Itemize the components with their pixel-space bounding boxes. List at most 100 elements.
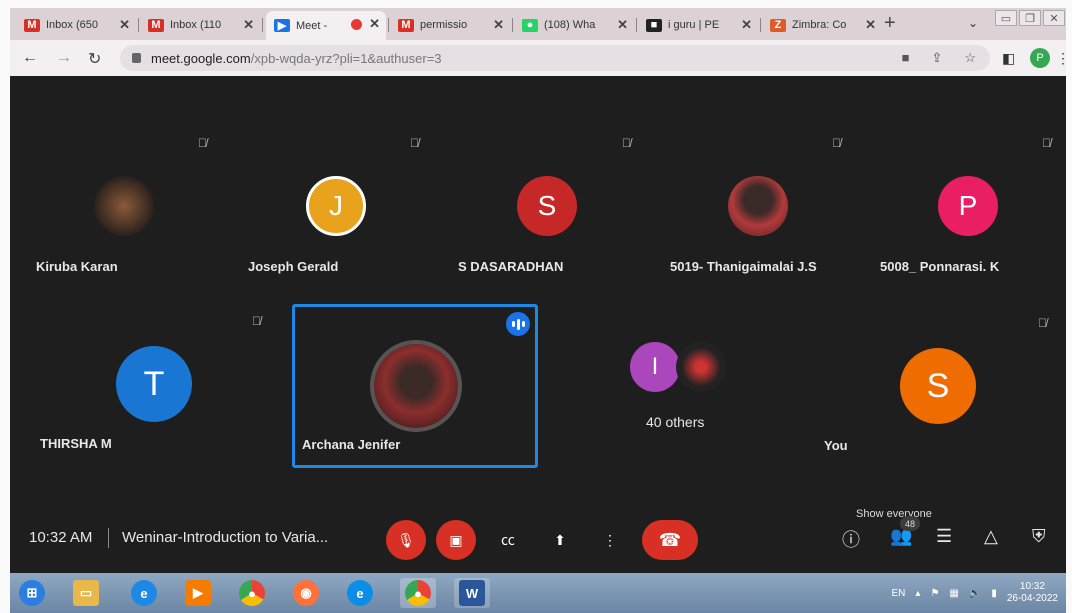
mic-off-icon: 🎙̸: [1038, 316, 1047, 330]
close-tab-icon[interactable]: ✕: [119, 17, 130, 33]
browser-tab[interactable]: ▶ Meet - ✕: [266, 11, 386, 40]
more-options-button[interactable]: ⋮: [590, 520, 630, 560]
close-tab-icon[interactable]: ✕: [617, 17, 628, 33]
reload-button[interactable]: ↻: [88, 49, 101, 69]
participant-count-badge: 48: [900, 516, 920, 531]
browser-tab[interactable]: ■ i guru | PE ✕: [638, 12, 758, 38]
media-player-icon[interactable]: ▶: [180, 578, 216, 608]
mic-off-icon: 🎙̸: [1042, 136, 1051, 150]
tab-title: Inbox (110: [170, 19, 222, 31]
flag-icon[interactable]: ⚑: [930, 588, 939, 599]
others-count[interactable]: 40 others: [646, 414, 704, 430]
meeting-details-icon[interactable]: ⓘ: [842, 526, 860, 552]
leave-call-button[interactable]: ☎: [642, 520, 698, 560]
participant-name: Archana Jenifer: [302, 437, 401, 452]
lock-icon: [132, 53, 141, 63]
meeting-time: 10:32 AM: [29, 529, 93, 546]
captions-button[interactable]: ㏄: [488, 520, 528, 560]
browser-tab[interactable]: M Inbox (650 ✕: [16, 12, 136, 38]
meet-icon: ▶: [274, 19, 290, 32]
participant-name: THIRSHA M: [40, 436, 112, 451]
host-controls-icon[interactable]: ⛨: [1032, 526, 1046, 547]
whatsapp-icon: ●: [522, 18, 538, 32]
edge-icon[interactable]: e: [342, 578, 378, 608]
tray-expand-icon[interactable]: ▴: [915, 588, 920, 599]
meeting-controls-bar: 10:32 AM Weninar-Introduction to Varia..…: [10, 508, 1066, 573]
zimbra-icon: Z: [770, 18, 786, 32]
tab-title: Inbox (650: [46, 19, 98, 31]
share-icon[interactable]: ⇪: [931, 50, 942, 66]
participant-photo: [676, 342, 726, 392]
language-indicator[interactable]: EN: [892, 588, 906, 599]
volume-icon[interactable]: 🔈: [969, 588, 981, 599]
mic-off-icon: 🎙̸: [198, 136, 207, 150]
camera-toggle-button[interactable]: ▣: [436, 520, 476, 560]
browser-tab[interactable]: M Inbox (110 ✕: [140, 12, 260, 38]
clock[interactable]: 10:32 26-04-2022: [1007, 581, 1058, 605]
file-explorer-icon[interactable]: ▭: [68, 578, 104, 608]
browser-tab[interactable]: Mpermissio ✕: [390, 12, 510, 38]
profile-avatar[interactable]: P: [1030, 48, 1050, 68]
close-tab-icon[interactable]: ✕: [369, 16, 380, 32]
taskbar: ⊞ ▭ e ▶ ● ◉ e ● W EN ▴ ⚑ ▦ 🔈 ▮ 10:32 26-…: [10, 573, 1066, 613]
sidepanel-icon[interactable]: ◧: [1002, 50, 1015, 67]
close-tab-icon[interactable]: ✕: [243, 17, 254, 33]
back-button[interactable]: ←: [22, 49, 38, 67]
camera-icon[interactable]: ■: [902, 50, 910, 66]
system-tray: EN ▴ ⚑ ▦ 🔈 ▮ 10:32 26-04-2022: [892, 581, 1058, 605]
iguru-icon: ■: [646, 18, 662, 32]
firefox-icon[interactable]: ◉: [288, 578, 324, 608]
bookmark-star-icon[interactable]: ☆: [964, 50, 976, 66]
tab-title: Meet -: [296, 19, 328, 32]
participant-name: Joseph Gerald: [248, 259, 339, 274]
start-button[interactable]: ⊞: [14, 578, 50, 608]
chrome-icon[interactable]: ●: [234, 578, 270, 608]
tab-title: (108) Wha: [544, 19, 596, 31]
close-tab-icon[interactable]: ✕: [493, 17, 504, 33]
url-input[interactable]: meet.google.com /xpb-wqda-yrz?pli=1&auth…: [120, 45, 990, 71]
participant-avatar: P: [938, 176, 998, 236]
tab-title: permissio: [420, 19, 468, 31]
tab-separator: [138, 18, 139, 32]
tab-separator: [388, 18, 389, 32]
browser-tab[interactable]: ● (108) Wha ✕: [514, 12, 634, 38]
tab-separator: [512, 18, 513, 32]
close-tab-icon[interactable]: ✕: [741, 17, 752, 33]
tab-strip: M Inbox (650 ✕ M Inbox (110 ✕ ▶ Meet - ✕ Mpermiss…: [10, 8, 1066, 40]
clock-date: 26-04-2022: [1006, 593, 1058, 604]
participant-name: 5008_ Ponnarasi. K: [880, 259, 1000, 274]
activities-icon[interactable]: △: [984, 526, 998, 547]
tab-search-icon[interactable]: ⌄: [968, 16, 978, 30]
word-icon[interactable]: W: [454, 578, 490, 608]
chat-icon[interactable]: ☰: [936, 526, 952, 547]
maximize-button[interactable]: ❐: [1019, 10, 1041, 26]
network-icon[interactable]: ▦: [949, 588, 958, 599]
battery-icon[interactable]: ▮: [991, 588, 997, 599]
screen: M Inbox (650 ✕ M Inbox (110 ✕ ▶ Meet - ✕ Mpermiss…: [0, 0, 1072, 613]
participant-name: You: [824, 438, 848, 453]
internet-explorer-icon[interactable]: e: [126, 578, 162, 608]
forward-button[interactable]: →: [56, 49, 72, 67]
browser-menu-icon[interactable]: ⋮: [1056, 50, 1070, 67]
mic-off-icon: 🎙̸: [252, 314, 261, 328]
participant-avatar: S: [900, 348, 976, 424]
tab-title: i guru | PE: [668, 19, 720, 31]
address-bar: ← → ↻ meet.google.com /xpb-wqda-yrz?pli=…: [10, 40, 1070, 76]
participant-avatar: S: [517, 176, 577, 236]
mic-off-icon: 🎙̸: [832, 136, 841, 150]
close-window-button[interactable]: ✕: [1043, 10, 1065, 26]
url-host: meet.google.com: [151, 50, 251, 66]
url-path: /xpb-wqda-yrz?pli=1&authuser=3: [250, 50, 442, 66]
show-everyone-tooltip: Show everyone: [856, 508, 932, 520]
present-screen-button[interactable]: ⬆: [540, 520, 580, 560]
browser-tab[interactable]: Z Zimbra: Co ✕: [762, 12, 882, 38]
minimize-button[interactable]: ▭: [995, 10, 1017, 26]
new-tab-button[interactable]: +: [884, 12, 896, 35]
tab-separator: [262, 18, 263, 32]
chrome-active-icon[interactable]: ●: [400, 578, 436, 608]
meet-stage: 🎙̸ Kiruba Karan 🎙̸ J Joseph Gerald 🎙̸ S …: [10, 76, 1066, 573]
tab-separator: [636, 18, 637, 32]
close-tab-icon[interactable]: ✕: [865, 17, 876, 33]
mic-toggle-button[interactable]: 🎙: [386, 520, 426, 560]
recording-indicator-icon: [351, 19, 362, 30]
